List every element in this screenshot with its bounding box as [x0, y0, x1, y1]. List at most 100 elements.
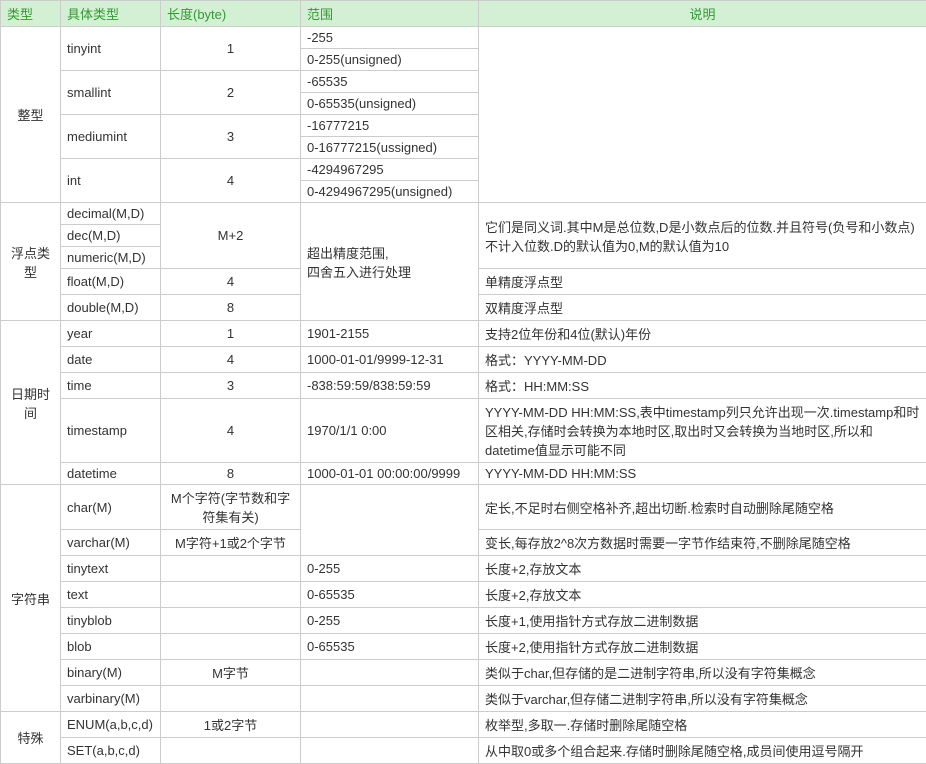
cell-double: double(M,D) — [61, 295, 161, 321]
cell-mediumint: mediumint — [61, 115, 161, 159]
table-row: tinytext 0-255 长度+2,存放文本 — [1, 556, 926, 582]
cell-char: char(M) — [61, 485, 161, 530]
table-row: timestamp 4 1970/1/1 0:00 YYYY-MM-DD HH:… — [1, 399, 926, 463]
cell-int: int — [61, 159, 161, 203]
cell-float: float(M,D) — [61, 269, 161, 295]
cell-numeric: numeric(M,D) — [61, 247, 161, 269]
cell-len: 4 — [161, 399, 301, 463]
cell-date: date — [61, 347, 161, 373]
cell-binary: binary(M) — [61, 660, 161, 686]
cell-range: 0-65535 — [301, 582, 479, 608]
cell-range: 0-4294967295(unsigned) — [301, 181, 479, 203]
cell-len: 3 — [161, 115, 301, 159]
table-row: 字符串 char(M) M个字符(字节数和字符集有关) 定长,不足时右侧空格补齐… — [1, 485, 926, 530]
cell-range: 0-65535 — [301, 634, 479, 660]
cell-dec: dec(M,D) — [61, 225, 161, 247]
cell-desc: 格式：HH:MM:SS — [479, 373, 926, 399]
cell-enum: ENUM(a,b,c,d) — [61, 712, 161, 738]
cell-time: time — [61, 373, 161, 399]
cell-len: 1 — [161, 321, 301, 347]
cell-len-empty — [161, 686, 301, 712]
cell-desc: 类似于varchar,但存储二进制字符串,所以没有字符集概念 — [479, 686, 926, 712]
header-subtype: 具体类型 — [61, 1, 161, 27]
table-row: 特殊 ENUM(a,b,c,d) 1或2字节 枚举型,多取一.存储时删除尾随空格 — [1, 712, 926, 738]
cell-range: 0-16777215(ussigned) — [301, 137, 479, 159]
cell-len-empty — [161, 608, 301, 634]
cell-range: 0-255 — [301, 608, 479, 634]
cell-desc: 变长,每存放2^8次方数据时需要一字节作结束符,不删除尾随空格 — [479, 530, 926, 556]
cell-len-empty — [161, 634, 301, 660]
table-row: varbinary(M) 类似于varchar,但存储二进制字符串,所以没有字符… — [1, 686, 926, 712]
cell-year: year — [61, 321, 161, 347]
cell-range: 1000-01-01 00:00:00/9999 — [301, 463, 479, 485]
cell-range-empty — [301, 712, 479, 738]
cell-set: SET(a,b,c,d) — [61, 738, 161, 764]
table-row: binary(M) M字节 类似于char,但存储的是二进制字符串,所以没有字符… — [1, 660, 926, 686]
group-datetime: 日期时间 — [1, 321, 61, 485]
cell-desc: 长度+1,使用指针方式存放二进制数据 — [479, 608, 926, 634]
cell-len: M个字符(字节数和字符集有关) — [161, 485, 301, 530]
cell-range: 超出精度范围, 四舍五入进行处理 — [301, 203, 479, 321]
cell-len: 8 — [161, 295, 301, 321]
table-row: SET(a,b,c,d) 从中取0或多个组合起来.存储时删除尾随空格,成员间使用… — [1, 738, 926, 764]
cell-range: -16777215 — [301, 115, 479, 137]
group-integer: 整型 — [1, 27, 61, 203]
cell-desc: YYYY-MM-DD HH:MM:SS,表中timestamp列只允许出现一次.… — [479, 399, 926, 463]
header-type: 类型 — [1, 1, 61, 27]
header-desc: 说明 — [479, 1, 926, 27]
cell-len: 1或2字节 — [161, 712, 301, 738]
cell-desc: 从中取0或多个组合起来.存储时删除尾随空格,成员间使用逗号隔开 — [479, 738, 926, 764]
header-row: 类型 具体类型 长度(byte) 范围 说明 — [1, 1, 926, 27]
cell-len-empty — [161, 738, 301, 764]
cell-desc: 支持2位年份和4位(默认)年份 — [479, 321, 926, 347]
cell-desc: 格式：YYYY-MM-DD — [479, 347, 926, 373]
cell-range: 1901-2155 — [301, 321, 479, 347]
cell-len: 2 — [161, 71, 301, 115]
cell-desc: 定长,不足时右侧空格补齐,超出切断.检索时自动删除尾随空格 — [479, 485, 926, 530]
cell-len: 4 — [161, 347, 301, 373]
table-row: time 3 -838:59:59/838:59:59 格式：HH:MM:SS — [1, 373, 926, 399]
cell-range: 0-255 — [301, 556, 479, 582]
cell-range: 0-255(unsigned) — [301, 49, 479, 71]
cell-range: -65535 — [301, 71, 479, 93]
cell-range-empty — [301, 686, 479, 712]
table-row: 日期时间 year 1 1901-2155 支持2位年份和4位(默认)年份 — [1, 321, 926, 347]
table-row: text 0-65535 长度+2,存放文本 — [1, 582, 926, 608]
table-row: 整型 tinyint 1 -255 — [1, 27, 926, 49]
cell-tinyblob: tinyblob — [61, 608, 161, 634]
cell-datetime: datetime — [61, 463, 161, 485]
cell-desc: 双精度浮点型 — [479, 295, 926, 321]
table-row: tinyblob 0-255 长度+1,使用指针方式存放二进制数据 — [1, 608, 926, 634]
cell-blob: blob — [61, 634, 161, 660]
cell-desc: 它们是同义词.其中M是总位数,D是小数点后的位数.并且符号(负号和小数点)不计入… — [479, 203, 926, 269]
cell-range: 1000-01-01/9999-12-31 — [301, 347, 479, 373]
cell-desc: 长度+2,存放文本 — [479, 556, 926, 582]
cell-desc: 单精度浮点型 — [479, 269, 926, 295]
header-length: 长度(byte) — [161, 1, 301, 27]
cell-range: -255 — [301, 27, 479, 49]
cell-len: M+2 — [161, 203, 301, 269]
cell-decimal: decimal(M,D) — [61, 203, 161, 225]
table-row: datetime 8 1000-01-01 00:00:00/9999 YYYY… — [1, 463, 926, 485]
cell-range: -4294967295 — [301, 159, 479, 181]
cell-len: 3 — [161, 373, 301, 399]
cell-range: 0-65535(unsigned) — [301, 93, 479, 115]
cell-desc: 长度+2,使用指针方式存放二进制数据 — [479, 634, 926, 660]
cell-range-empty — [301, 738, 479, 764]
cell-desc: 长度+2,存放文本 — [479, 582, 926, 608]
cell-desc: YYYY-MM-DD HH:MM:SS — [479, 463, 926, 485]
cell-len-empty — [161, 556, 301, 582]
table-row: 浮点类型 decimal(M,D) M+2 超出精度范围, 四舍五入进行处理 它… — [1, 203, 926, 225]
cell-len: 1 — [161, 27, 301, 71]
cell-len: M字节 — [161, 660, 301, 686]
cell-tinyint: tinyint — [61, 27, 161, 71]
cell-varchar: varchar(M) — [61, 530, 161, 556]
cell-tinytext: tinytext — [61, 556, 161, 582]
cell-range-empty — [301, 485, 479, 556]
cell-len: M字符+1或2个字节 — [161, 530, 301, 556]
group-float: 浮点类型 — [1, 203, 61, 321]
group-special: 特殊 — [1, 712, 61, 764]
cell-varbinary: varbinary(M) — [61, 686, 161, 712]
cell-desc: 枚举型,多取一.存储时删除尾随空格 — [479, 712, 926, 738]
cell-range: -838:59:59/838:59:59 — [301, 373, 479, 399]
